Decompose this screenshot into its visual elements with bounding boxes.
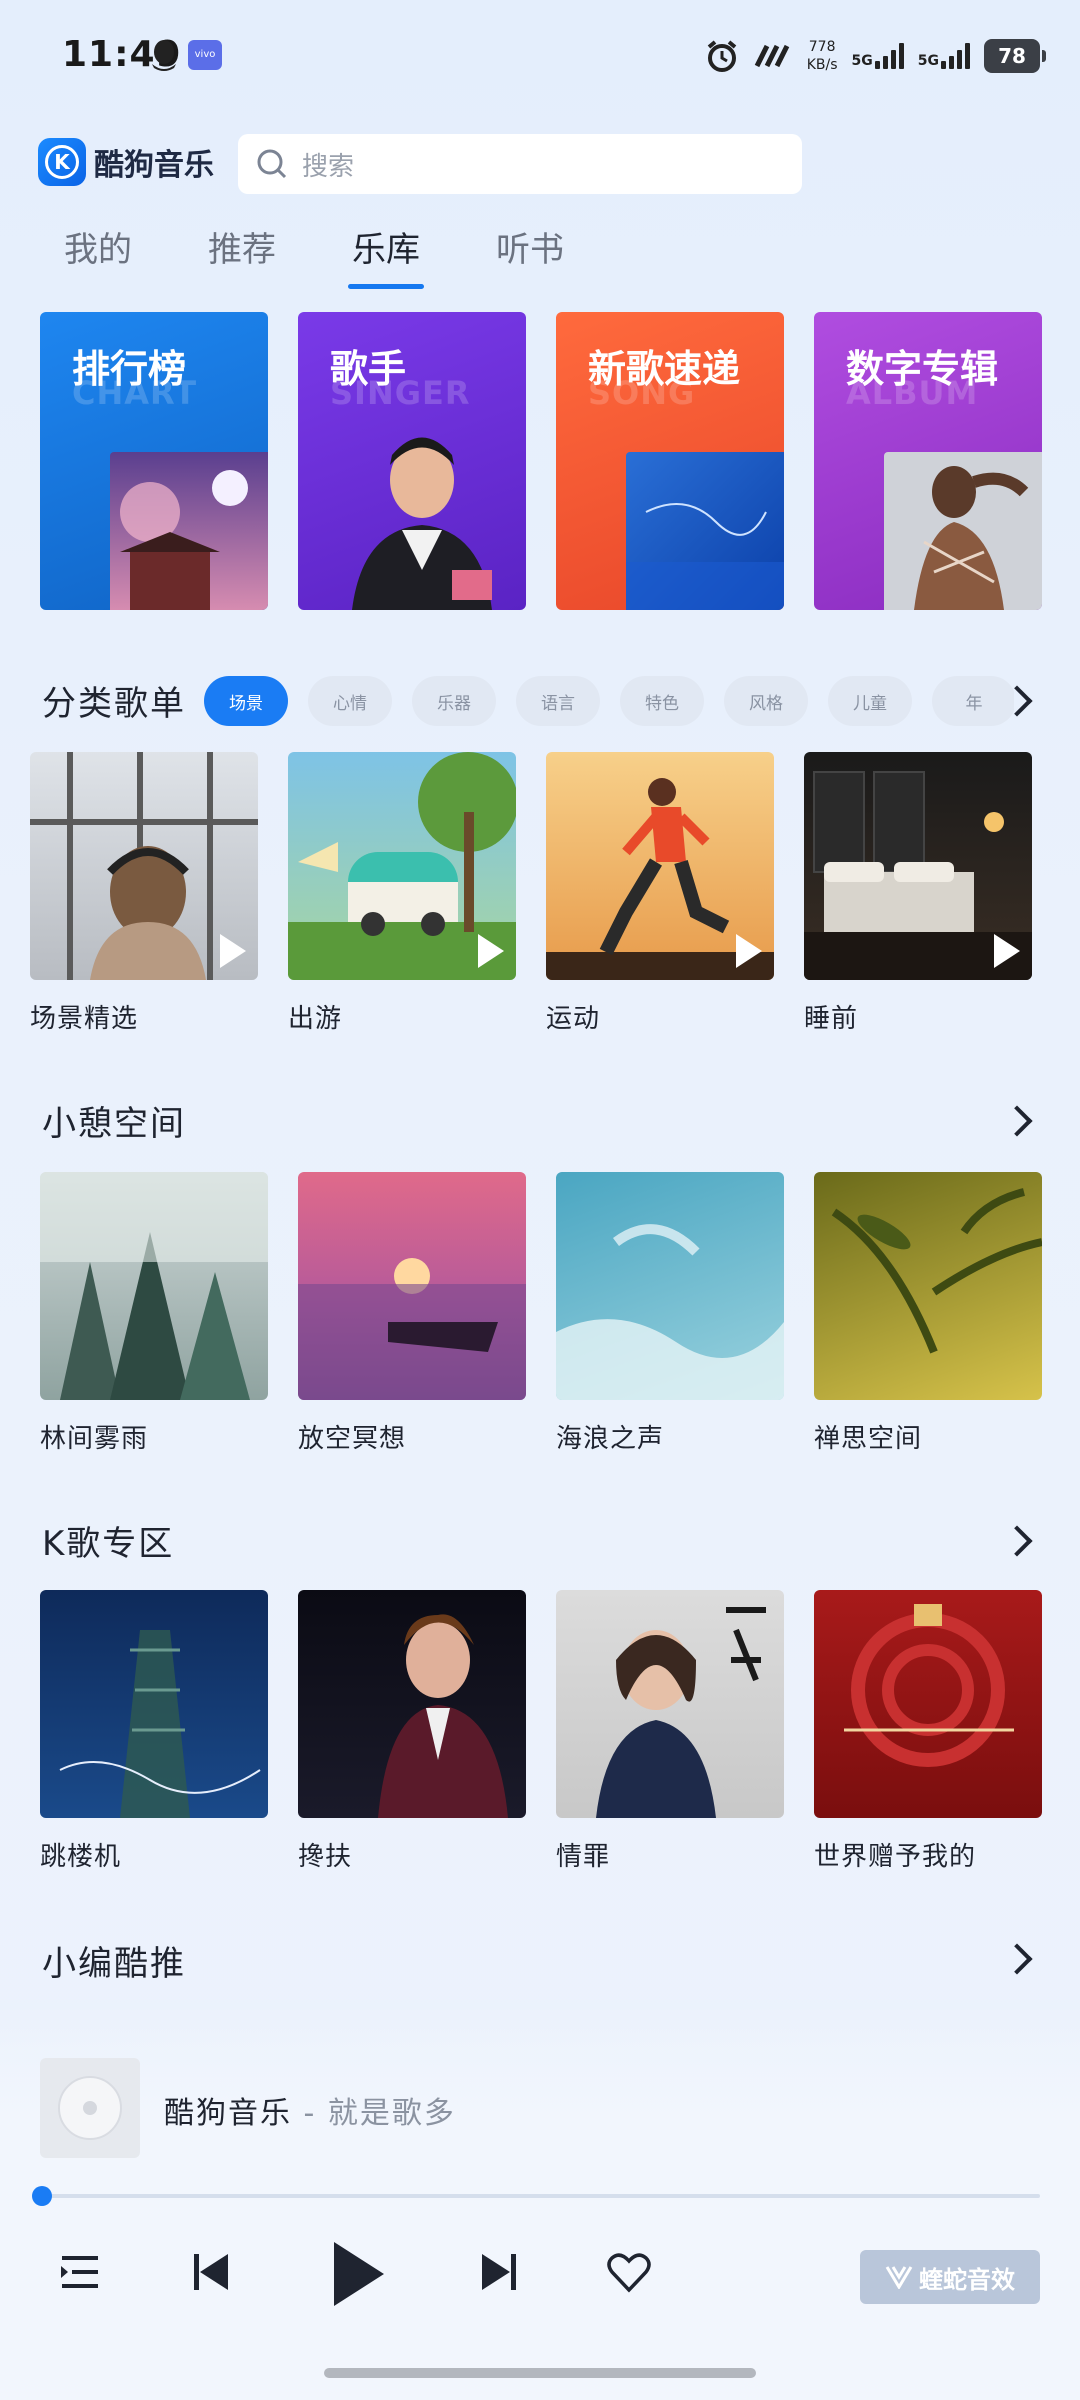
karaoke-card[interactable]: 情罪 bbox=[556, 1590, 784, 1873]
search-icon bbox=[257, 149, 287, 179]
singer-photo bbox=[352, 437, 492, 610]
tab-library[interactable]: 乐库 bbox=[348, 222, 424, 289]
next-track-icon[interactable] bbox=[476, 2250, 520, 2294]
relax-row: 林间雾雨 放空冥想 海浪之声 禅思空间 bbox=[40, 1172, 1042, 1455]
qq-icon bbox=[152, 40, 176, 71]
section-title-karaoke: K歌专区 bbox=[42, 1524, 175, 1564]
search-input[interactable]: 搜索 bbox=[238, 134, 802, 194]
album-cover-image bbox=[884, 452, 1042, 610]
chip-instrument[interactable]: 乐器 bbox=[412, 676, 496, 726]
app-name: 酷狗音乐 bbox=[94, 148, 214, 183]
chip-feature[interactable]: 特色 bbox=[620, 676, 704, 726]
playlist-card[interactable]: 场景精选 bbox=[30, 752, 258, 1035]
disc-icon bbox=[58, 2076, 122, 2140]
relax-cover-meditation bbox=[298, 1258, 526, 1400]
banner-digital-albums[interactable]: ALBUM 数字专辑 bbox=[814, 312, 1042, 610]
play-icon[interactable] bbox=[736, 934, 762, 968]
playback-progress[interactable] bbox=[32, 2186, 1040, 2206]
mini-player: 酷狗音乐 - 就是歌多 蝰蛇音效 bbox=[0, 2000, 1080, 2400]
karaoke-cover-1 bbox=[59, 1630, 261, 1818]
banner-new-songs[interactable]: SONG 新歌速递 bbox=[556, 312, 784, 610]
relax-card[interactable]: 放空冥想 bbox=[298, 1172, 526, 1455]
chevron-right-icon[interactable] bbox=[1001, 1105, 1033, 1137]
playlist-card[interactable]: 出游 bbox=[288, 752, 516, 1035]
viper-logo-icon bbox=[885, 2266, 913, 2289]
playlist-card[interactable]: 运动 bbox=[546, 752, 774, 1035]
previous-track-icon[interactable] bbox=[190, 2250, 234, 2294]
status-bar: 11:49 vivo 778 KB/s 5G 5G 78 bbox=[0, 0, 1080, 112]
relax-cover-forest bbox=[40, 1172, 268, 1400]
karaoke-cover-4 bbox=[844, 1604, 1014, 1767]
album-art-placeholder[interactable] bbox=[40, 2058, 140, 2158]
favorite-heart-icon[interactable] bbox=[606, 2250, 652, 2294]
new-song-cover-image bbox=[626, 452, 784, 610]
karaoke-cover-2 bbox=[378, 1614, 508, 1818]
kugou-logo-icon: K bbox=[38, 138, 86, 186]
vivo-icon: vivo bbox=[188, 40, 222, 70]
tab-recommend[interactable]: 推荐 bbox=[208, 222, 276, 289]
nfc-icon bbox=[754, 44, 789, 68]
section-title-editor-picks: 小编酷推 bbox=[42, 1944, 186, 1984]
category-banners: CHART 排行榜 SINGER 歌手 SONG 新歌速递 ALBUM 数字专辑 bbox=[40, 312, 1042, 610]
section-title-relax: 小憩空间 bbox=[42, 1104, 186, 1144]
relax-cover-waves bbox=[556, 1224, 784, 1400]
chevron-right-icon[interactable] bbox=[1001, 1525, 1033, 1557]
network-speed: 778 KB/s bbox=[806, 39, 838, 73]
playlist-card[interactable]: 睡前 bbox=[804, 752, 1032, 1035]
play-icon[interactable] bbox=[220, 934, 246, 968]
karaoke-cover-3 bbox=[596, 1607, 766, 1818]
signal-bars-icon bbox=[941, 43, 970, 69]
relax-cover-zen bbox=[831, 1188, 1042, 1354]
relax-card[interactable]: 海浪之声 bbox=[556, 1172, 784, 1455]
chip-scene[interactable]: 场景 bbox=[204, 676, 288, 726]
playlist-icon[interactable] bbox=[58, 2250, 102, 2294]
play-icon[interactable] bbox=[478, 934, 504, 968]
signal-2: 5G bbox=[918, 43, 970, 69]
playlist-row: 场景精选 出游 运动 睡前 bbox=[30, 752, 1032, 1035]
chip-style[interactable]: 风格 bbox=[724, 676, 808, 726]
app-logo: K 酷狗音乐 bbox=[38, 138, 214, 186]
chip-language[interactable]: 语言 bbox=[516, 676, 600, 726]
relax-card[interactable]: 林间雾雨 bbox=[40, 1172, 268, 1455]
chip-children[interactable]: 儿童 bbox=[828, 676, 912, 726]
signal-1: 5G bbox=[852, 43, 904, 69]
play-icon[interactable] bbox=[994, 934, 1020, 968]
relax-card[interactable]: 禅思空间 bbox=[814, 1172, 1042, 1455]
banner-singers[interactable]: SINGER 歌手 bbox=[298, 312, 526, 610]
progress-thumb[interactable] bbox=[32, 2186, 52, 2206]
battery-indicator: 78 bbox=[984, 39, 1046, 73]
tab-mine[interactable]: 我的 bbox=[64, 222, 132, 289]
karaoke-card[interactable]: 跳楼机 bbox=[40, 1590, 268, 1873]
signal-bars-icon bbox=[874, 43, 904, 69]
chart-cover-image bbox=[110, 452, 268, 610]
viper-sound-effect-button[interactable]: 蝰蛇音效 bbox=[860, 2250, 1040, 2304]
karaoke-card[interactable]: 搀扶 bbox=[298, 1590, 526, 1873]
tab-audiobook[interactable]: 听书 bbox=[496, 222, 564, 289]
karaoke-row: 跳楼机 搀扶 情罪 世界赠予我的 bbox=[40, 1590, 1042, 1873]
top-tabs: 我的 推荐 乐库 听书 bbox=[64, 222, 564, 289]
chip-mood[interactable]: 心情 bbox=[308, 676, 392, 726]
chevron-right-icon[interactable] bbox=[1001, 1943, 1033, 1975]
banner-charts[interactable]: CHART 排行榜 bbox=[40, 312, 268, 610]
section-title-playlists: 分类歌单 bbox=[42, 684, 186, 724]
playlist-filter-chips: 场景 心情 乐器 语言 特色 风格 儿童 年 bbox=[204, 676, 1014, 726]
home-indicator[interactable] bbox=[324, 2368, 756, 2378]
search-placeholder: 搜索 bbox=[302, 151, 355, 182]
now-playing-text[interactable]: 酷狗音乐 - 就是歌多 bbox=[164, 2088, 456, 2132]
alarm-icon bbox=[707, 40, 737, 72]
karaoke-card[interactable]: 世界赠予我的 bbox=[814, 1590, 1042, 1873]
play-button-icon[interactable] bbox=[328, 2238, 388, 2310]
